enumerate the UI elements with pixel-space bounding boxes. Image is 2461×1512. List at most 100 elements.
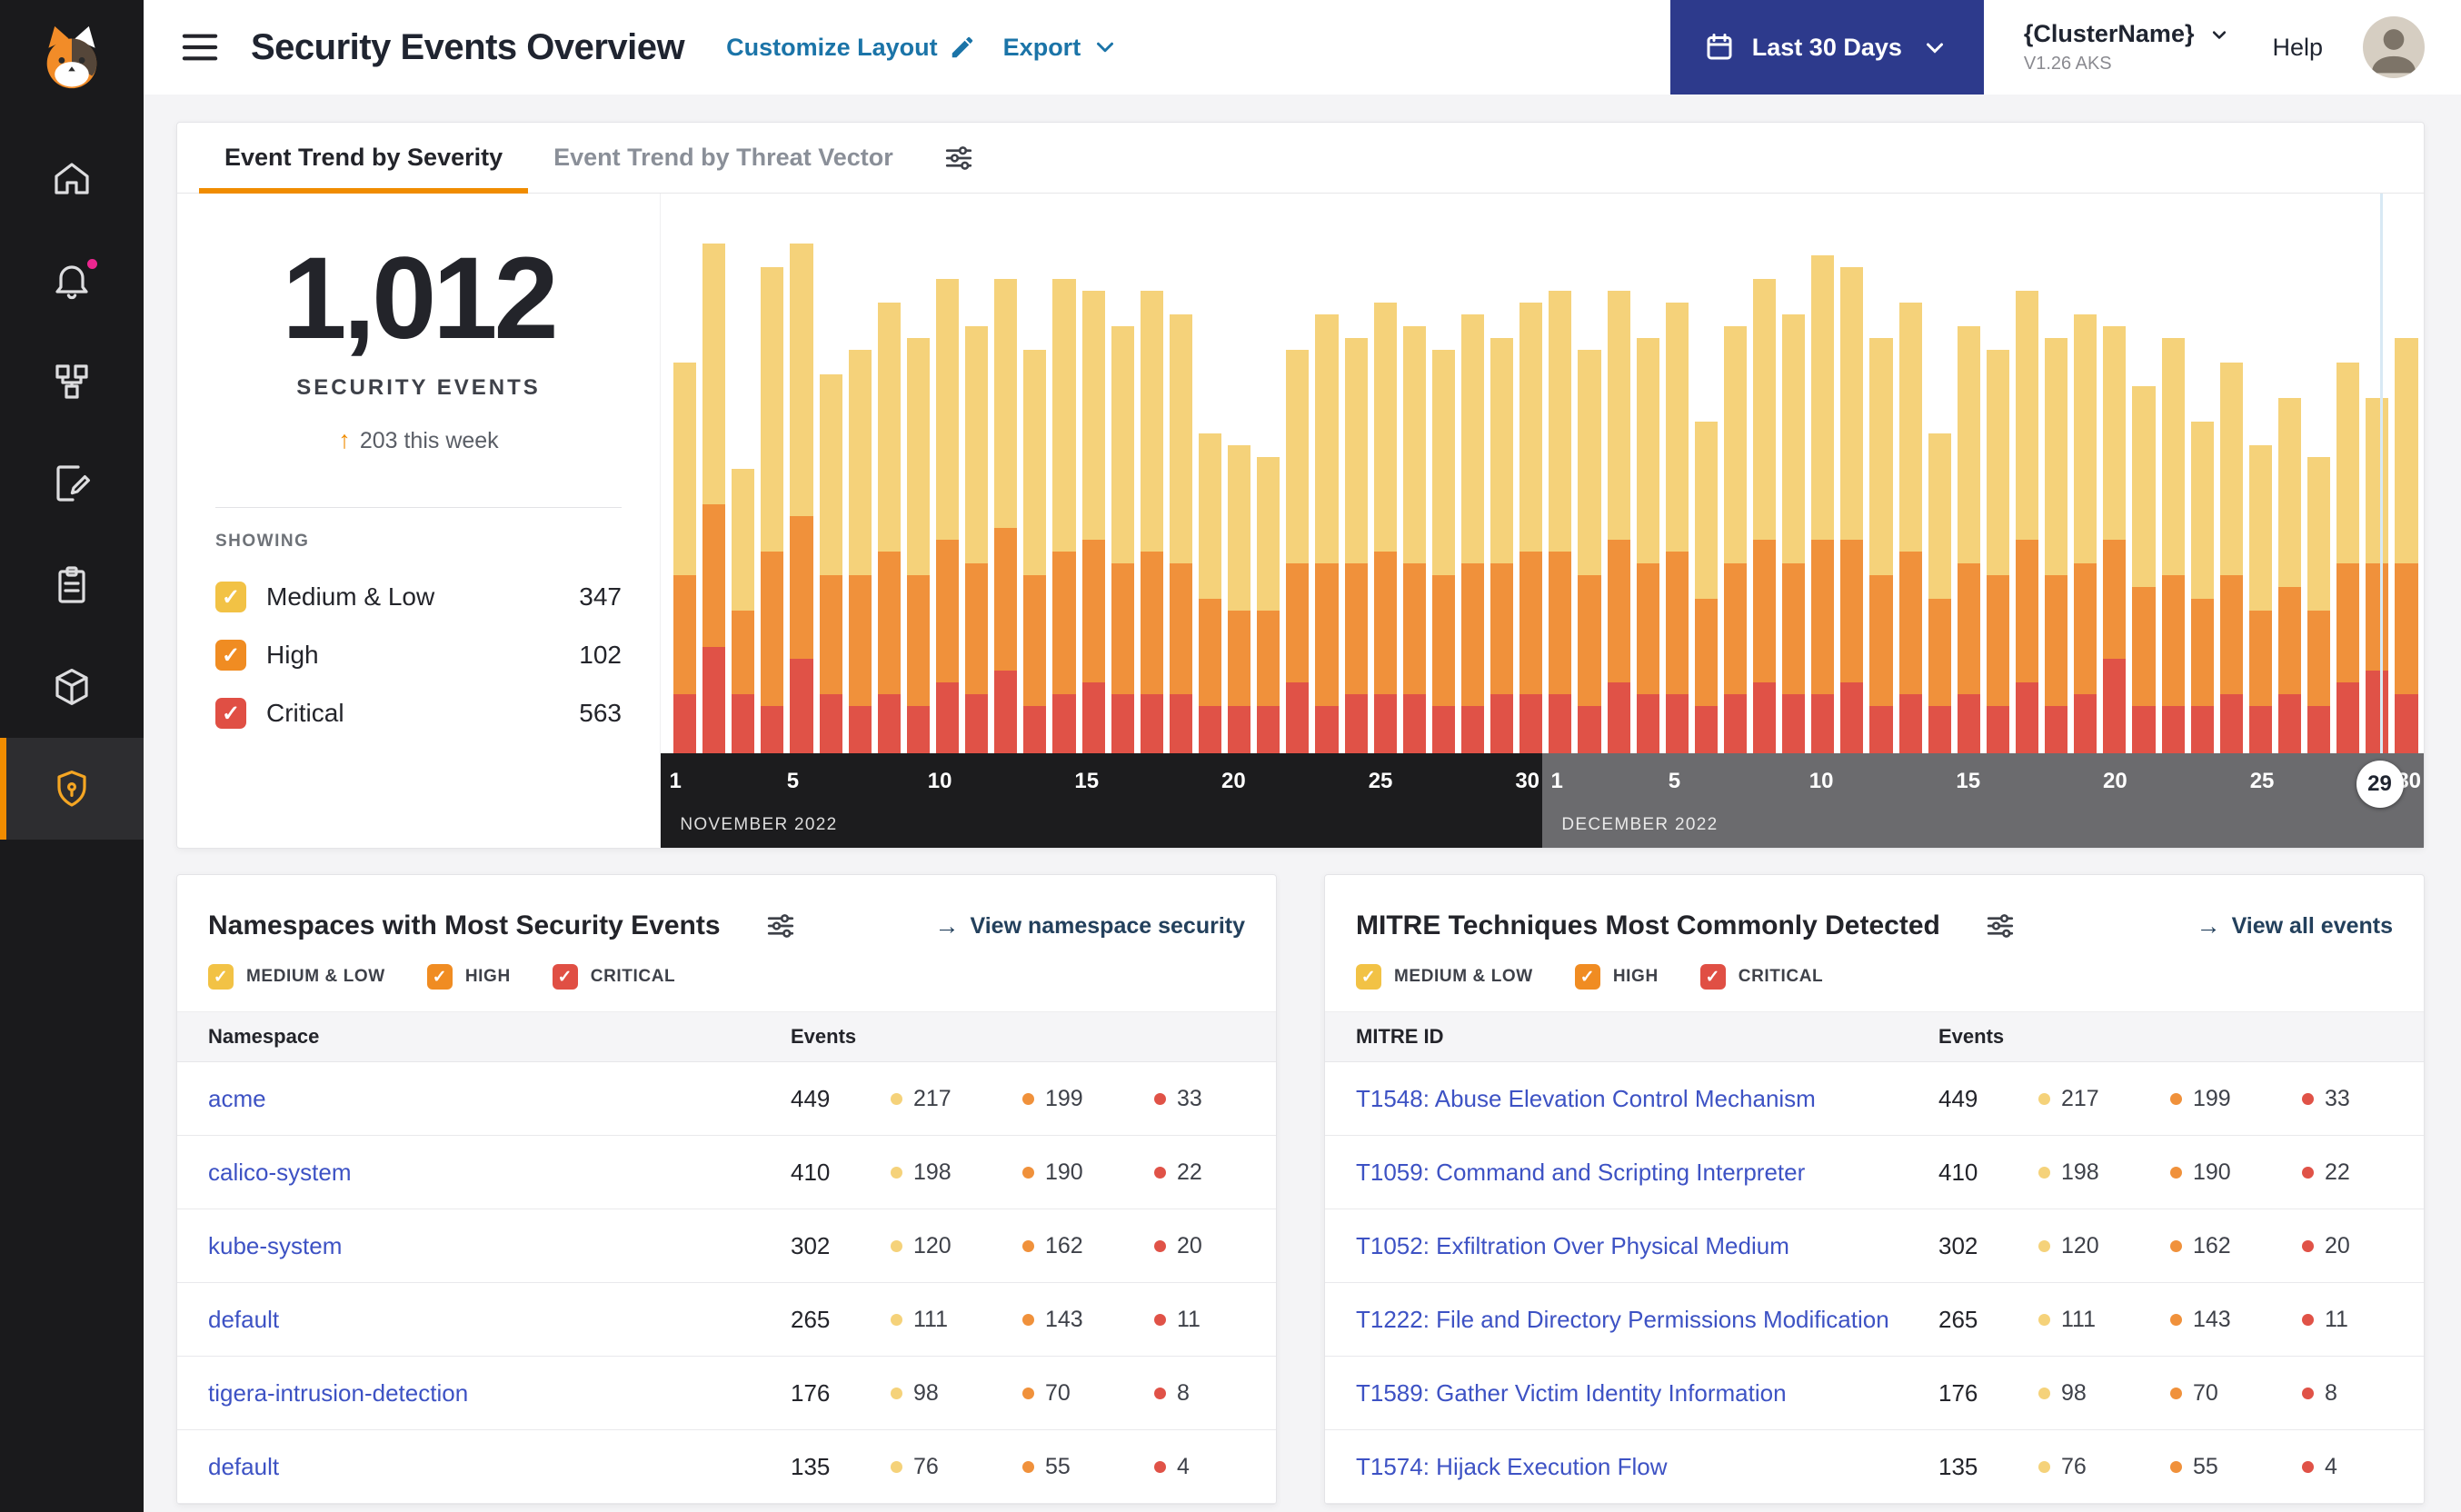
chart-bar[interactable] [1869,244,1893,753]
tab-event-trend-by-severity[interactable]: Event Trend by Severity [199,123,529,194]
row-link[interactable]: T1574: Hijack Execution Flow [1356,1453,1938,1481]
chart-bar[interactable] [673,244,697,753]
chart-bar[interactable] [906,244,930,753]
chart-bar[interactable] [1373,244,1397,753]
chart-bar[interactable] [1169,244,1192,753]
chart-bar[interactable] [2248,244,2273,753]
row-link[interactable]: T1548: Abuse Elevation Control Mechanism [1356,1085,1938,1113]
chart-bar[interactable] [1578,244,1601,753]
chart-bar[interactable] [848,244,872,753]
tab-event-trend-by-threat-vector[interactable]: Event Trend by Threat Vector [528,123,919,193]
severity-checkbox[interactable]: ✓ [1574,964,1600,990]
severity-checkbox[interactable]: ✓ [1699,964,1726,990]
severity-checkbox[interactable]: ✓ [552,964,578,990]
chart-bar[interactable] [1811,244,1835,753]
row-link[interactable]: T1589: Gather Victim Identity Informatio… [1356,1379,1938,1408]
chart-bar[interactable] [1460,244,1485,753]
chart-bar[interactable] [1840,244,1864,753]
chart-bar[interactable] [2103,244,2127,753]
severity-filter-chip[interactable]: ✓ CRITICAL [1699,964,1823,990]
chart-bar[interactable] [1636,244,1659,753]
chart-bar[interactable] [1898,244,1922,753]
chart-bar[interactable] [1052,244,1076,753]
chart-bar[interactable] [1344,244,1368,753]
chart-bar[interactable] [1519,244,1543,753]
row-link[interactable]: default [208,1453,791,1481]
row-link[interactable]: kube-system [208,1232,791,1260]
chart-bar[interactable] [732,244,755,753]
chart-bar[interactable] [1694,244,1718,753]
chart-bar[interactable] [1490,244,1514,753]
sidebar-item-images[interactable] [0,636,144,738]
severity-filter-chip[interactable]: ✓ MEDIUM & LOW [208,964,385,990]
cluster-selector[interactable]: {ClusterName} V1.26 AKS [2024,20,2233,75]
chart-bar[interactable] [2366,244,2389,753]
sidebar-item-alerts[interactable] [0,229,144,331]
namespaces-settings-button[interactable] [761,906,801,946]
severity-filter-chip[interactable]: ✓ HIGH [426,964,511,990]
row-link[interactable]: T1059: Command and Scripting Interpreter [1356,1159,1938,1187]
view-namespace-security-link[interactable]: → View namespace security [935,913,1246,940]
row-link[interactable]: calico-system [208,1159,791,1187]
chart-bar[interactable] [2161,244,2185,753]
row-link[interactable]: T1222: File and Directory Permissions Mo… [1356,1306,1938,1334]
chart-bar[interactable] [1286,244,1310,753]
chart-bar[interactable] [2278,244,2302,753]
chart-bar[interactable] [2307,244,2331,753]
calico-cat-logo[interactable] [0,0,144,127]
trend-settings-button[interactable] [939,138,979,178]
row-link[interactable]: acme [208,1085,791,1113]
severity-checkbox[interactable]: ✓ [426,964,453,990]
severity-checkbox[interactable]: ✓ [215,640,246,671]
chart-bar[interactable] [702,244,726,753]
sidebar-item-home[interactable] [0,127,144,229]
sidebar-item-service-graph[interactable] [0,331,144,433]
chart-bar[interactable] [761,244,784,753]
chart-bar[interactable] [2016,244,2039,753]
chart-bar[interactable] [2132,244,2156,753]
chart-bar[interactable] [1607,244,1630,753]
chart-bar[interactable] [1928,244,1951,753]
chart-bar[interactable] [1228,244,1251,753]
chart-bar[interactable] [965,244,989,753]
chart-bar[interactable] [1549,244,1572,753]
severity-filter-row[interactable]: ✓ High 102 [215,626,622,684]
severity-checkbox[interactable]: ✓ [215,582,246,612]
mitre-settings-button[interactable] [1980,906,2020,946]
chart-bar[interactable] [1081,244,1105,753]
chart-bar[interactable] [1431,244,1455,753]
chart-bar[interactable] [1665,244,1689,753]
severity-filter-row[interactable]: ✓ Medium & Low 347 [215,568,622,626]
chart-bar[interactable] [2336,244,2360,753]
date-range-button[interactable]: Last 30 Days [1669,0,1984,94]
chart-bar[interactable] [1023,244,1047,753]
row-link[interactable]: tigera-intrusion-detection [208,1379,791,1408]
chart-bar[interactable] [1198,244,1222,753]
chart-bar[interactable] [2074,244,2097,753]
chart-bar[interactable] [935,244,960,753]
chart-bar[interactable] [1402,244,1426,753]
severity-checkbox[interactable]: ✓ [208,964,234,990]
severity-checkbox[interactable]: ✓ [215,698,246,729]
chart-bar[interactable] [1257,244,1280,753]
chart-bar[interactable] [2219,244,2243,753]
chart-bar[interactable] [2190,244,2214,753]
export-menu[interactable]: Export [1003,34,1120,62]
chart-bar[interactable] [2395,244,2418,753]
selected-day-marker[interactable]: 29 [2356,761,2404,808]
chart-bar[interactable] [2045,244,2068,753]
sidebar-item-policies[interactable] [0,433,144,534]
severity-checkbox[interactable]: ✓ [1356,964,1381,990]
user-avatar[interactable] [2363,16,2425,78]
severity-filter-row[interactable]: ✓ Critical 563 [215,684,622,742]
chart-bar[interactable] [1957,244,1980,753]
chart-bar[interactable] [877,244,901,753]
chart-bar[interactable] [1782,244,1806,753]
chart-bar[interactable] [1315,244,1339,753]
chart-bar[interactable] [819,244,842,753]
hamburger-menu-button[interactable] [176,27,224,67]
severity-filter-chip[interactable]: ✓ MEDIUM & LOW [1356,964,1533,990]
chart-bar[interactable] [1753,244,1777,753]
chart-bar[interactable] [1986,244,2010,753]
severity-filter-chip[interactable]: ✓ CRITICAL [552,964,675,990]
